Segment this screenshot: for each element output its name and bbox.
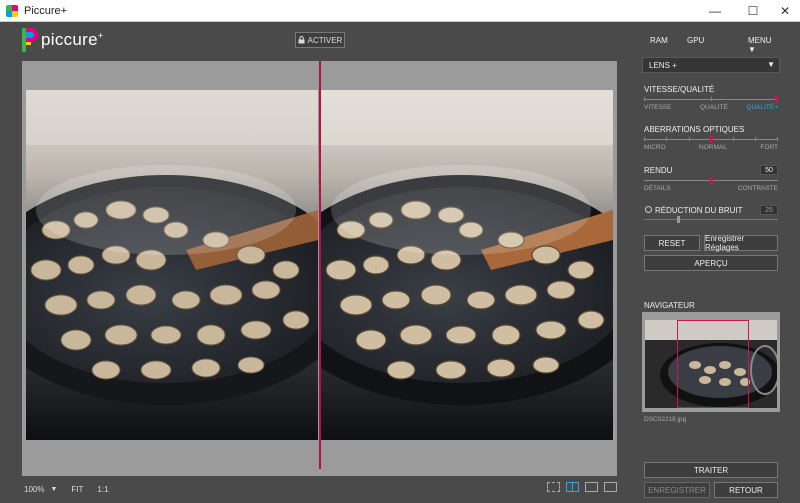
noise-reduction-toggle[interactable] — [645, 206, 652, 213]
one-to-one-button[interactable]: 1:1 — [97, 485, 108, 494]
window-title: Piccure+ — [24, 4, 68, 17]
preview-button[interactable]: APERÇU — [644, 255, 778, 271]
ram-button[interactable]: RAM — [650, 36, 668, 45]
processed-photo — [321, 90, 613, 440]
optical-aberrations-knob[interactable] — [710, 136, 713, 143]
render-label: RENDU — [644, 166, 673, 175]
zoom-dropdown-icon[interactable]: ▼ — [50, 486, 57, 493]
speed-quality-slider[interactable] — [644, 96, 778, 103]
speed-quality-knob[interactable] — [775, 96, 778, 103]
minimize-button[interactable]: — — [700, 0, 730, 22]
settings-panel: RAM GPU MENU ▼ LENS + ▼ VITESSE/QUALITÉ … — [642, 22, 780, 503]
navigator-filename: DSC02218.jpg — [644, 416, 687, 423]
navigator-viewport-rect[interactable] — [677, 320, 749, 408]
noise-reduction-slider[interactable] — [644, 216, 778, 223]
noise-reduction-label: RÉDUCTION DU BRUIT — [655, 206, 743, 215]
view-mode-group — [547, 482, 617, 492]
menu-arrow-icon: ▼ — [748, 45, 756, 54]
grid-view-icon[interactable] — [547, 482, 560, 492]
optical-aberrations-label: ABERRATIONS OPTIQUES — [644, 125, 745, 134]
split-view-icon[interactable] — [566, 482, 579, 492]
render-slider[interactable] — [644, 177, 778, 184]
side-by-side-view-icon[interactable] — [585, 482, 598, 492]
back-button[interactable]: RETOUR — [714, 482, 778, 498]
logo-text: piccure+ — [41, 30, 104, 49]
image-viewport[interactable] — [22, 61, 617, 476]
piccure-logo-icon — [22, 28, 38, 52]
title-bar: Piccure+ — ☐ ✕ — [0, 0, 800, 22]
app-main: piccure+ ACTIVER 100% ▼ FIT 1:1 RAM GPU … — [0, 22, 800, 503]
lock-icon — [298, 36, 305, 44]
gpu-button[interactable]: GPU — [687, 36, 704, 45]
lens-select[interactable]: LENS + ▼ — [642, 57, 780, 73]
activate-label: ACTIVER — [307, 35, 343, 45]
navigator-label: NAVIGATEUR — [644, 301, 695, 310]
single-view-icon[interactable] — [604, 482, 617, 492]
zoom-level[interactable]: 100% — [24, 485, 44, 494]
render-knob[interactable] — [710, 177, 713, 184]
process-button[interactable]: TRAITER — [644, 462, 778, 478]
bottom-bar: 100% ▼ FIT 1:1 — [22, 478, 617, 500]
maximize-button[interactable]: ☐ — [738, 0, 768, 22]
noise-reduction-knob[interactable] — [677, 216, 680, 223]
menu-button[interactable]: MENU ▼ — [748, 36, 780, 54]
render-value[interactable]: 50 — [760, 165, 778, 175]
original-image — [26, 90, 318, 440]
original-photo — [26, 90, 318, 440]
optical-aberrations-slider[interactable] — [644, 136, 778, 143]
speed-quality-label: VITESSE/QUALITÉ — [644, 85, 715, 94]
save-button[interactable]: ENREGISTRER — [644, 482, 710, 498]
processed-image — [321, 90, 613, 440]
split-divider[interactable] — [319, 61, 321, 469]
lens-select-value: LENS + — [649, 60, 677, 70]
piccure-logo: piccure+ — [22, 28, 103, 52]
reset-button[interactable]: RESET — [644, 235, 700, 251]
noise-reduction-value[interactable]: 25 — [760, 205, 778, 215]
navigator-thumbnail — [645, 320, 777, 408]
app-icon — [6, 4, 18, 17]
chevron-down-icon: ▼ — [767, 60, 775, 69]
close-button[interactable]: ✕ — [770, 0, 800, 22]
fit-button[interactable]: FIT — [71, 485, 83, 494]
save-settings-button[interactable]: Enregistrer Réglages — [704, 234, 778, 252]
navigator-panel[interactable] — [642, 312, 780, 412]
activate-button[interactable]: ACTIVER — [295, 32, 345, 48]
